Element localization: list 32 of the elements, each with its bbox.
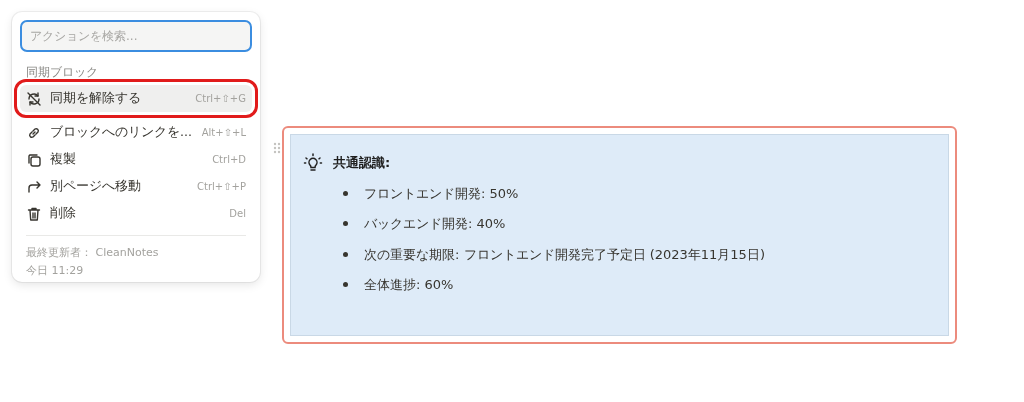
bullet-dot bbox=[343, 190, 348, 196]
sync-off-icon bbox=[26, 90, 42, 107]
bullet-text: フロントエンド開発: 50% bbox=[364, 184, 519, 203]
copy-icon bbox=[26, 151, 42, 168]
bullet-dot bbox=[343, 221, 348, 227]
bullet-text: バックエンド開発: 40% bbox=[364, 215, 506, 233]
menu-item-label: 同期を解除する bbox=[50, 89, 142, 108]
shortcut-text: Ctrl+⇧+G bbox=[195, 92, 246, 106]
drag-handle-icon[interactable] bbox=[272, 141, 282, 155]
shortcut-text: Del bbox=[229, 207, 246, 221]
menu-item-label: ブロックへのリンクを... bbox=[50, 123, 193, 142]
callout-title: 共通認識: bbox=[333, 154, 392, 172]
bullet-text: 次の重要な期限: フロントエンド開発完了予定日 (2023年11月15日) bbox=[364, 245, 765, 264]
menu-item-label: 別ページへ移動 bbox=[50, 177, 142, 196]
menu-item[interactable]: ブロックへのリンクを... Alt+⇧+L bbox=[20, 119, 252, 146]
bullet-dot bbox=[343, 282, 348, 288]
bullet-text: 全体進捗: 60% bbox=[364, 276, 454, 294]
menu-item[interactable]: 別ページへ移動 Ctrl+⇧+P bbox=[20, 173, 252, 200]
lightbulb-icon bbox=[303, 153, 323, 173]
menu-item[interactable]: 複製 Ctrl+D bbox=[20, 146, 252, 173]
shortcut-text: Ctrl+D bbox=[212, 153, 246, 167]
footer-text: 今日 11:29 bbox=[26, 263, 85, 279]
section-label: 同期ブロック bbox=[26, 64, 99, 81]
menu-item-label: 複製 bbox=[50, 150, 77, 169]
bullet-dot bbox=[343, 251, 348, 257]
search-field[interactable]: アクションを検索... bbox=[20, 20, 252, 52]
shortcut-text: Alt+⇧+L bbox=[201, 126, 246, 140]
shortcut-text: Ctrl+⇧+P bbox=[197, 180, 246, 194]
trash-icon bbox=[26, 205, 42, 222]
menu-item-label: 削除 bbox=[50, 204, 77, 223]
footer-text: 最終更新者： CleanNotes bbox=[26, 245, 160, 261]
menu-item[interactable]: 削除 Del bbox=[20, 200, 252, 227]
